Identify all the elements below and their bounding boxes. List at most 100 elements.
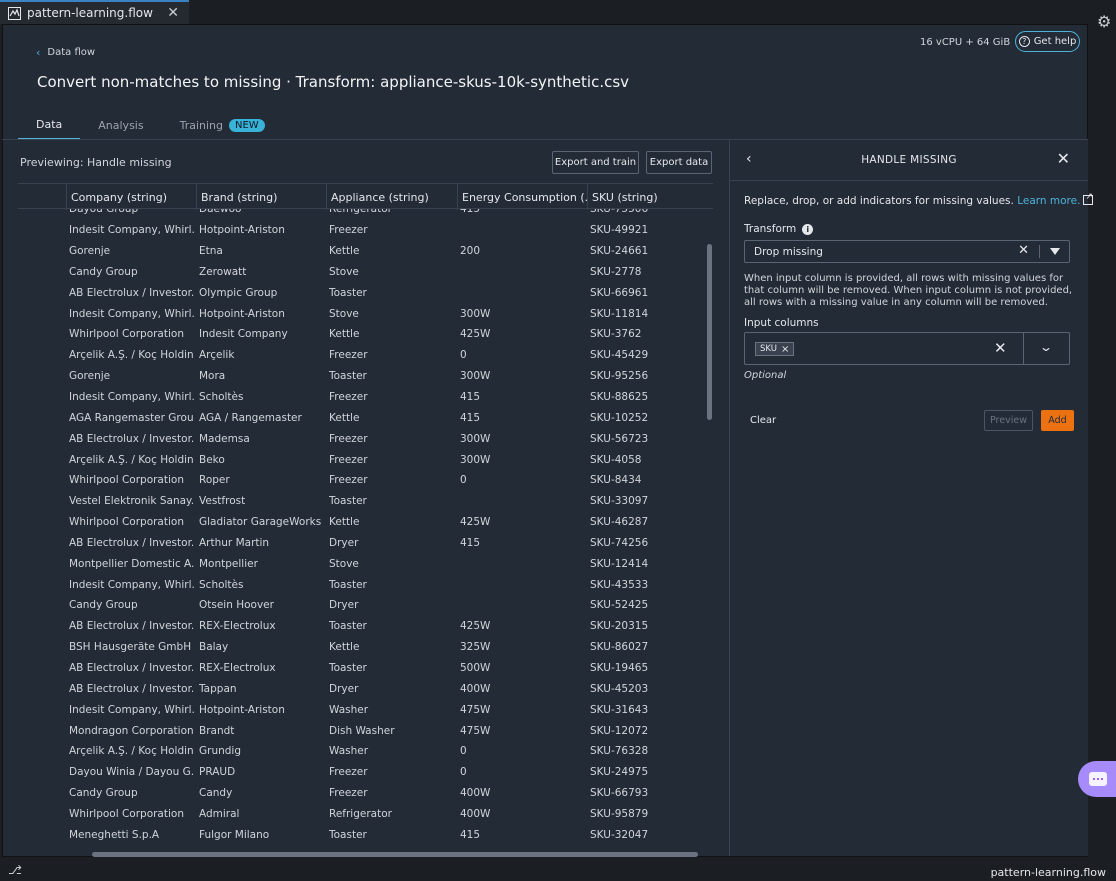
table-row[interactable]: Whirlpool Corporation Gladiator GarageWor… <box>18 512 713 533</box>
get-help-button[interactable]: ? Get help <box>1015 31 1080 52</box>
breadcrumb-data-flow[interactable]: Data flow <box>47 47 95 58</box>
table-row[interactable]: Indesit Company, Whirl... Hotpoint-Aristo… <box>18 220 713 241</box>
close-icon[interactable]: ✕ <box>167 5 179 21</box>
table-row[interactable]: Gorenje Etna Kettle 200 SKU-24661 <box>18 241 713 262</box>
external-link-icon[interactable] <box>1083 192 1094 205</box>
remove-token-icon[interactable]: × <box>781 344 789 355</box>
git-branch-icon[interactable]: ⎇ <box>8 863 22 877</box>
table-row[interactable]: Indesit Company, Whirl... Scholtès Toaster… <box>18 574 713 595</box>
cell-energy: 415 <box>460 536 481 549</box>
cell-brand: REX-Electrolux <box>199 620 276 633</box>
cell-company: Indesit Company, Whirl... <box>69 224 194 237</box>
breadcrumb[interactable]: ‹ Data flow <box>36 46 95 59</box>
cell-company: Indesit Company, Whirl... <box>69 578 194 591</box>
table-row[interactable]: Candy Group Candy Freezer 400W SKU-66793 <box>18 783 713 804</box>
table-row[interactable]: Arçelik A.Ş. / Koç Holdin Beko Freezer 300W… <box>18 449 713 470</box>
table-row[interactable]: Gorenje Mora Toaster 300W SKU-95256 <box>18 366 713 387</box>
app-window: { "tab": { "filename": "pattern-learning… <box>0 0 1116 881</box>
table-row[interactable]: Vestel Elektronik Sanay... Vestfrost Toast… <box>18 491 713 512</box>
cell-brand: Brandt <box>199 724 235 737</box>
cell-sku: SKU-11814 <box>590 307 649 320</box>
table-row[interactable]: AB Electrolux / Investor... Arthur Martin… <box>18 533 713 554</box>
chat-assistant-button[interactable] <box>1078 761 1116 797</box>
cell-appliance: Toaster <box>329 828 367 841</box>
table-row[interactable]: Arçelik A.Ş. / Koç Holding Grundig Washer 0… <box>18 741 713 762</box>
cell-appliance: Freezer <box>329 766 368 779</box>
status-filename: pattern-learning.flow <box>990 866 1106 879</box>
tab-data[interactable]: Data <box>18 110 81 140</box>
table-row[interactable]: Whirlpool Corporation Roper Freezer 0 SKU-84… <box>18 470 713 491</box>
cell-sku: SKU-52425 <box>590 599 649 612</box>
clear-button[interactable]: Clear <box>750 415 776 426</box>
transform-select[interactable]: Drop missing ✕ <box>744 240 1070 263</box>
table-row[interactable]: Montpellier Domestic A... Montpellier Stov… <box>18 553 713 574</box>
cell-company: Dayou Winia / Dayou G... <box>69 766 194 779</box>
table-row[interactable]: Mondragon Corporation Brandt Dish Washer 47… <box>18 720 713 741</box>
cell-appliance: Freezer <box>329 224 368 237</box>
table-row[interactable]: AB Electrolux / Investor... Tappan Dryer 40… <box>18 678 713 699</box>
table-row[interactable]: AGA Rangemaster Grou... AGA / Rangemaster… <box>18 407 713 428</box>
cell-brand: Fulgor Milano <box>199 828 270 841</box>
column-header-company[interactable]: Company (string) <box>66 184 196 210</box>
info-icon[interactable]: i <box>802 223 814 235</box>
cell-brand: Otsein Hoover <box>199 599 274 612</box>
cell-company: Indesit Company, Whirl... <box>69 703 194 716</box>
column-header-brand[interactable]: Brand (string) <box>196 184 326 210</box>
gear-icon[interactable]: ⚙ <box>1097 12 1111 31</box>
table-row[interactable]: Candy Group Otsein Hoover Dryer SKU-52425 <box>18 595 713 616</box>
table-row[interactable]: BSH Hausgeräte GmbH ... Balay Kettle 325W SK… <box>18 637 713 658</box>
table-row[interactable]: Indesit Company, Whirl... Hotpoint-Aristo… <box>18 303 713 324</box>
horizontal-scrollbar[interactable] <box>92 852 698 857</box>
close-panel-icon[interactable]: ✕ <box>1057 149 1070 168</box>
cell-sku: SKU-33097 <box>590 495 649 508</box>
clear-all-icon[interactable]: ✕ <box>994 339 1007 357</box>
table-row[interactable]: Arçelik A.Ş. / Koç Holding Arçelik Freezer… <box>18 345 713 366</box>
cell-sku: SKU-32047 <box>590 828 649 841</box>
cell-appliance: Freezer <box>329 787 368 800</box>
table-row[interactable]: AB Electrolux / Investor... REX-Electrolu… <box>18 658 713 679</box>
add-button[interactable]: Add <box>1041 410 1074 431</box>
table-row[interactable]: Indesit Company, Whirl... Hotpoint-Aristo… <box>18 699 713 720</box>
chevron-down-icon[interactable]: ⌄ <box>1039 340 1053 354</box>
table-row[interactable]: AB Electrolux / Investor... Mademsa Freeze… <box>18 428 713 449</box>
table-row[interactable]: Whirlpool Corporation Admiral Refrigerator… <box>18 803 713 824</box>
tab-analysis[interactable]: Analysis <box>80 110 161 140</box>
column-header-appliance[interactable]: Appliance (string) <box>326 184 457 210</box>
table-row[interactable]: AB Electrolux / Investor... Olympic Group… <box>18 282 713 303</box>
right-rail: ⚙ <box>1092 0 1116 860</box>
cell-brand: AGA / Rangemaster <box>199 411 302 424</box>
cell-brand: Olympic Group <box>199 286 278 299</box>
panel-title: HANDLE MISSING <box>861 154 957 166</box>
input-columns-multiselect[interactable]: SKU × ✕ ⌄ <box>744 332 1070 365</box>
export-and-train-button[interactable]: Export and train <box>552 151 639 174</box>
cell-energy: 0 <box>460 745 467 758</box>
table-row[interactable]: Meneghetti S.p.A Fulgor Milano Toaster 415 S… <box>18 824 713 845</box>
column-token[interactable]: SKU × <box>755 342 795 356</box>
tab-training[interactable]: Training NEW <box>162 110 283 140</box>
table-row[interactable]: Candy Group Zerowatt Stove SKU-2778 <box>18 262 713 283</box>
file-tab[interactable]: pattern-learning.flow ✕ <box>0 0 189 24</box>
export-data-button[interactable]: Export data <box>646 151 712 174</box>
learn-more-link[interactable]: Learn more. <box>1017 195 1080 207</box>
cell-brand: Scholtès <box>199 391 244 404</box>
cell-brand: REX-Electrolux <box>199 661 276 674</box>
table-row[interactable]: Dayou Winia / Dayou G... PRAUD Freezer 0 SKU… <box>18 762 713 783</box>
column-header-energy[interactable]: Energy Consumption (... <box>457 184 587 210</box>
table-row[interactable]: AB Electrolux / Investor... REX-Electrolu… <box>18 616 713 637</box>
cell-sku: SKU-95879 <box>590 807 649 820</box>
cell-appliance: Freezer <box>329 391 368 404</box>
cell-brand: Arthur Martin <box>199 536 270 549</box>
preview-button[interactable]: Preview <box>984 410 1033 431</box>
cell-appliance: Freezer <box>329 453 368 466</box>
table-row[interactable]: Whirlpool Corporation Indesit Company Kett… <box>18 324 713 345</box>
column-header-sku[interactable]: SKU (string) <box>587 184 713 210</box>
clear-selection-icon[interactable]: ✕ <box>1018 243 1029 258</box>
table-row[interactable]: Indesit Company, Whirl... Scholtès Freezer… <box>18 387 713 408</box>
cell-energy: 325W <box>460 641 491 654</box>
caret-down-icon[interactable] <box>1050 248 1060 255</box>
cell-energy: 500W <box>460 661 491 674</box>
vertical-scrollbar[interactable] <box>707 244 712 420</box>
get-help-label: Get help <box>1033 36 1077 47</box>
cell-brand: PRAUD <box>199 766 236 779</box>
cell-sku: SKU-2778 <box>590 265 642 278</box>
